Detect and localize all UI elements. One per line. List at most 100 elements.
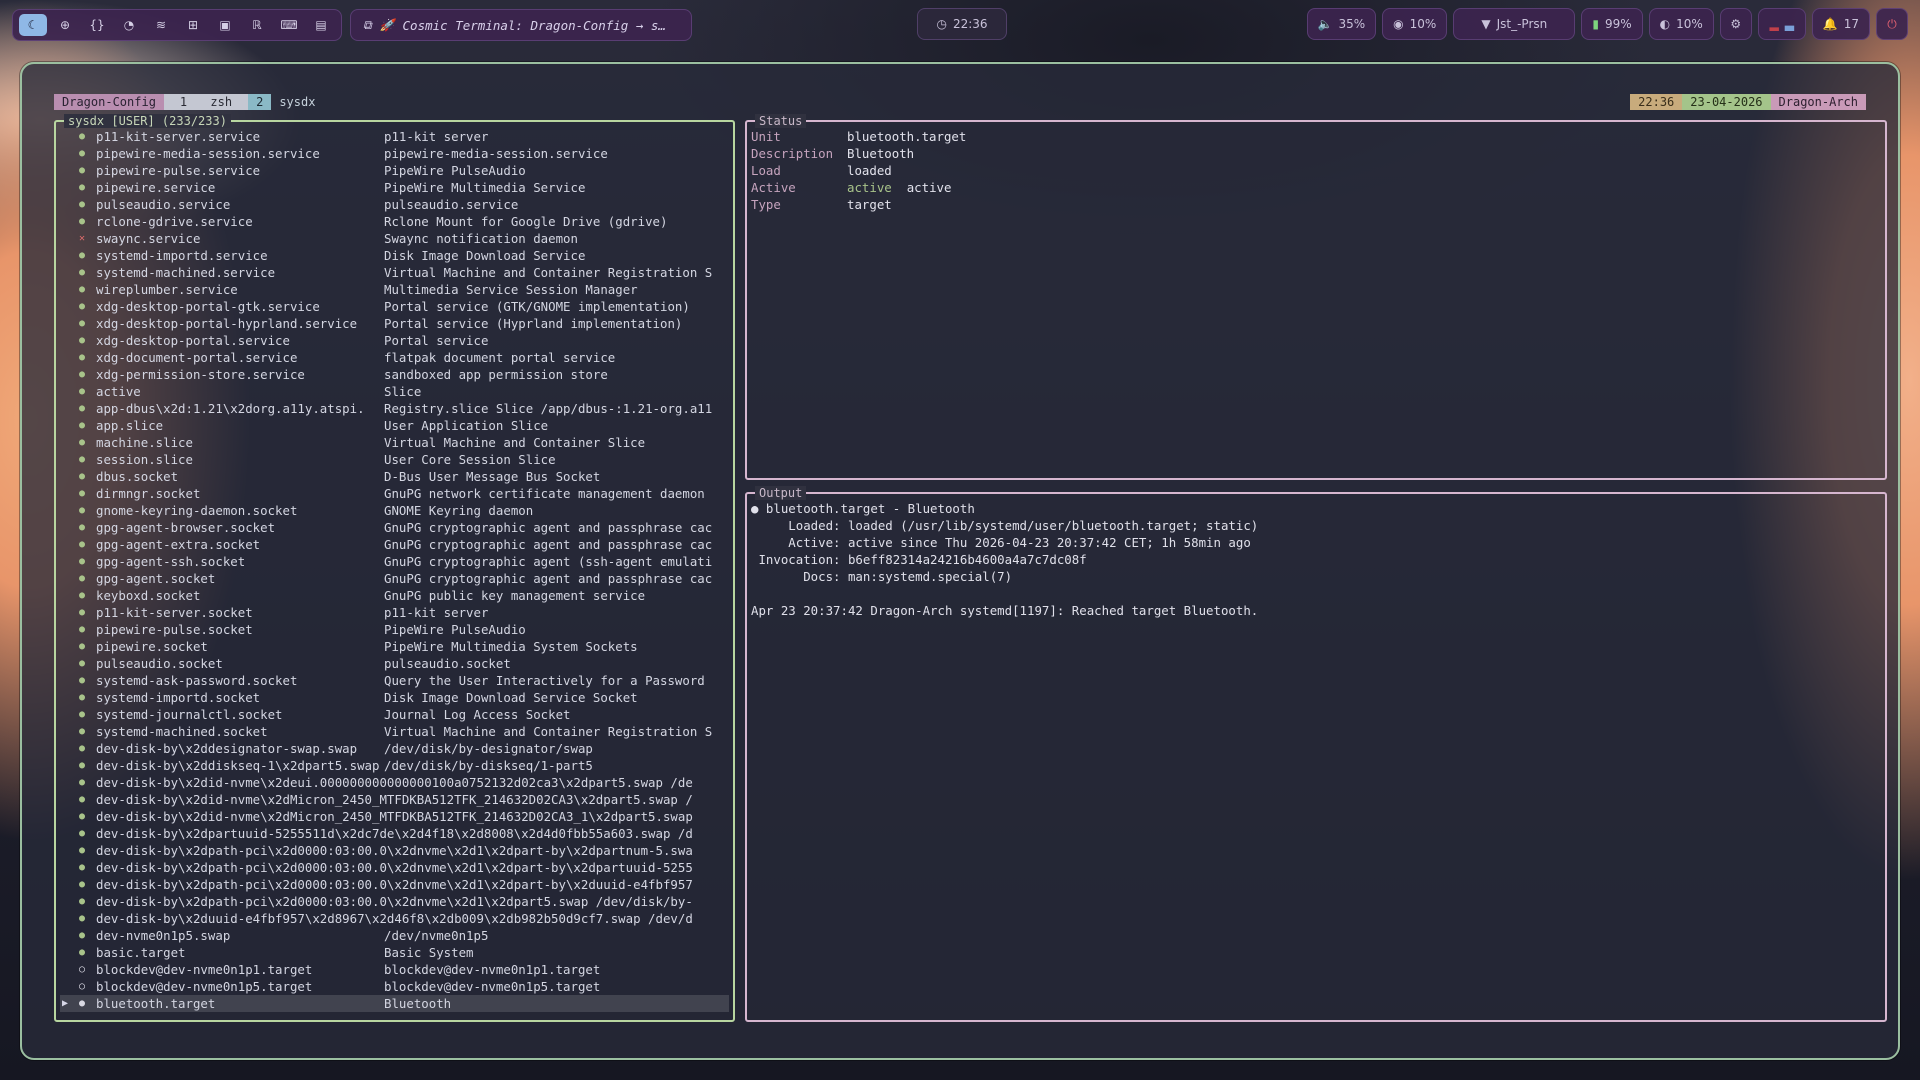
mic-widget[interactable]: ◉ 10%: [1382, 8, 1448, 40]
unit-row[interactable]: ● dev-disk-by\x2did-nvme\x2dMicron_2450_M…: [60, 808, 729, 825]
workspace-3-button[interactable]: {}: [83, 14, 111, 36]
unit-state-icon: ●: [78, 505, 86, 516]
unit-row[interactable]: ● dev-nvme0n1p5.swap/dev/nvme0n1p5: [60, 927, 729, 944]
unit-row[interactable]: ○ blockdev@dev-nvme0n1p5.target blockdev@d…: [60, 978, 729, 995]
unit-row[interactable]: ● gpg-agent-extra.socket GnuPG cryptograph…: [60, 536, 729, 553]
unit-description: Basic System: [384, 945, 474, 960]
unit-row[interactable]: ● active Slice: [60, 383, 729, 400]
unit-row[interactable]: ● dbus.socket D-Bus User Message Bus Socke…: [60, 468, 729, 485]
workspace-10-button[interactable]: ▤: [307, 14, 335, 36]
unit-row[interactable]: ● pipewire.service PipeWire Multimedia Ser…: [60, 179, 729, 196]
unit-row[interactable]: ● gpg-agent-browser.socket GnuPG cryptogra…: [60, 519, 729, 536]
tmux-window-1[interactable]: 1 zsh: [163, 94, 249, 110]
unit-state-icon: ●: [78, 913, 86, 924]
unit-row[interactable]: ● dev-disk-by\x2dpath-pci\x2d0000:03:00.0…: [60, 893, 729, 910]
gear-icon: ⚙: [1730, 17, 1742, 31]
unit-row[interactable]: ● pipewire-pulse.service PipeWire PulseAud…: [60, 162, 729, 179]
brightness-widget[interactable]: ◐ 10%: [1648, 8, 1714, 40]
unit-row[interactable]: ● dev-disk-by\x2dpath-pci\x2d0000:03:00.0…: [60, 842, 729, 859]
unit-row[interactable]: ● xdg-desktop-portal-hyprland.service Port…: [60, 315, 729, 332]
unit-row[interactable]: ● xdg-desktop-portal-gtk.service Portal se…: [60, 298, 729, 315]
network-widget[interactable]: ▼ Jst_-Prsn: [1453, 8, 1576, 40]
unit-row[interactable]: ● pipewire.socket PipeWire Multimedia Syst…: [60, 638, 729, 655]
unit-row[interactable]: ● wireplumber.service Multimedia Service S…: [60, 281, 729, 298]
system-monitor[interactable]: ▂ ▃: [1757, 8, 1806, 40]
unit-row[interactable]: ● pipewire-pulse.socket PipeWire PulseAudi…: [60, 621, 729, 638]
unit-state-icon: ●: [78, 352, 86, 363]
unit-row[interactable]: ● app.slice User Application Slice: [60, 417, 729, 434]
unit-row[interactable]: ● xdg-document-portal.service flatpak docu…: [60, 349, 729, 366]
unit-state-icon: ●: [78, 148, 86, 159]
unit-row[interactable]: ● rclone-gdrive.service Rclone Mount for G…: [60, 213, 729, 230]
settings-button[interactable]: ⚙: [1719, 8, 1752, 40]
unit-row[interactable]: ● dev-disk-by\x2ddesignator-swap.swap/dev…: [60, 740, 729, 757]
unit-row[interactable]: ● dev-disk-by\x2dpath-pci\x2d0000:03:00.0…: [60, 876, 729, 893]
power-button[interactable]: ⏻: [1876, 8, 1908, 40]
workspace-8-button[interactable]: ℝ: [243, 14, 271, 36]
volume-widget[interactable]: 🔈 35%: [1306, 8, 1377, 40]
workspace-2-button[interactable]: ⊕: [51, 14, 79, 36]
unit-row[interactable]: ● keyboxd.socket GnuPG public key manageme…: [60, 587, 729, 604]
unit-row[interactable]: ● systemd-ask-password.socket Query the Us…: [60, 672, 729, 689]
unit-row[interactable]: ● machine.slice Virtual Machine and Contai…: [60, 434, 729, 451]
unit-row[interactable]: ● pulseaudio.service pulseaudio.service: [60, 196, 729, 213]
workspace-9-button[interactable]: ⌨: [275, 14, 303, 36]
status-unit-label: Unit: [751, 129, 781, 144]
unit-row[interactable]: ● dev-disk-by\x2dpartuuid-5255511d\x2dc7d…: [60, 825, 729, 842]
unit-row[interactable]: ▶ ● bluetooth.target Bluetooth: [60, 995, 729, 1012]
active-window-title[interactable]: ⧉ 🚀 Cosmic Terminal: Dragon-Config → s…: [350, 9, 692, 41]
unit-row[interactable]: ● pulseaudio.socket pulseaudio.socket: [60, 655, 729, 672]
unit-row[interactable]: ● dev-disk-by\x2dpath-pci\x2d0000:03:00.0…: [60, 859, 729, 876]
unit-row[interactable]: ● gnome-keyring-daemon.socket GNOME Keyrin…: [60, 502, 729, 519]
unit-row[interactable]: ● p11-kit-server.service p11-kit server: [60, 128, 729, 145]
unit-description: Disk Image Download Service: [384, 248, 586, 263]
unit-row[interactable]: ● xdg-desktop-portal.service Portal servic…: [60, 332, 729, 349]
unit-row[interactable]: ● systemd-journalctl.socket Journal Log Ac…: [60, 706, 729, 723]
unit-row[interactable]: ● systemd-machined.service Virtual Machine…: [60, 264, 729, 281]
tmux-window-2-name[interactable]: sysdx: [271, 94, 323, 110]
unit-row[interactable]: ● gpg-agent.socket GnuPG cryptographic age…: [60, 570, 729, 587]
unit-row[interactable]: ✕ swaync.service Swaync notification daemo…: [60, 230, 729, 247]
unit-name: blockdev@dev-nvme0n1p1.target: [96, 962, 313, 977]
unit-description: Virtual Machine and Container Registrati…: [384, 265, 713, 280]
unit-state-icon: ●: [78, 403, 86, 414]
battery-widget[interactable]: ▮ 99%: [1581, 8, 1643, 40]
unit-name: xdg-document-portal.service: [96, 350, 298, 365]
unit-description: /dev/nvme0n1p5: [384, 928, 489, 943]
tmux-window-2-index[interactable]: 2: [248, 94, 272, 110]
unit-row[interactable]: ● dirmngr.socket GnuPG network certificate…: [60, 485, 729, 502]
unit-row[interactable]: ○ blockdev@dev-nvme0n1p1.target blockdev@d…: [60, 961, 729, 978]
workspace-7-button[interactable]: ▣: [211, 14, 239, 36]
workspace-6-button[interactable]: ⊞: [179, 14, 207, 36]
unit-state-icon: ●: [78, 947, 86, 958]
unit-description: GnuPG public key management service: [384, 588, 646, 603]
unit-state-icon: ●: [78, 624, 86, 635]
unit-row[interactable]: ● dev-disk-by\x2did-nvme\x2deui.000000000…: [60, 774, 729, 791]
status-load-value: loaded: [847, 163, 892, 178]
workspace-4-button[interactable]: ◔: [115, 14, 143, 36]
notifications-widget[interactable]: 🔔 17: [1811, 8, 1870, 40]
unit-row[interactable]: ● p11-kit-server.socket p11-kit server: [60, 604, 729, 621]
unit-row[interactable]: ● systemd-machined.socket Virtual Machine …: [60, 723, 729, 740]
unit-description: flatpak document portal service: [384, 350, 616, 365]
unit-row[interactable]: ● dev-disk-by\x2did-nvme\x2dMicron_2450_M…: [60, 791, 729, 808]
unit-row[interactable]: ● basic.target Basic System: [60, 944, 729, 961]
unit-row[interactable]: ● session.slice User Core Session Slice: [60, 451, 729, 468]
unit-row[interactable]: ● dev-disk-by\x2ddiskseq-1\x2dpart5.swap /…: [60, 757, 729, 774]
unit-list[interactable]: ● p11-kit-server.service p11-kit server ● pi…: [60, 128, 729, 1012]
unit-row[interactable]: ● dev-disk-by\x2duuid-e4fbf957\x2d8967\x2…: [60, 910, 729, 927]
output-text: ● bluetooth.target - Bluetooth Loaded: l…: [751, 500, 1258, 619]
unit-list-panel[interactable]: sysdx [USER] (233/233) ● p11-kit-server.s…: [54, 114, 735, 1022]
unit-row[interactable]: ● pipewire-media-session.service pipewire-…: [60, 145, 729, 162]
workspace-1-button[interactable]: ☾: [19, 14, 47, 36]
clock-widget[interactable]: ◷ 22:36: [917, 8, 1007, 40]
unit-state-icon: ●: [78, 539, 86, 550]
unit-state-icon: ●: [78, 828, 86, 839]
unit-row[interactable]: ● systemd-importd.service Disk Image Downl…: [60, 247, 729, 264]
workspace-5-button[interactable]: ≋: [147, 14, 175, 36]
status-active-state: active: [847, 180, 892, 195]
unit-row[interactable]: ● xdg-permission-store.service sandboxed a…: [60, 366, 729, 383]
unit-row[interactable]: ● systemd-importd.socket Disk Image Downlo…: [60, 689, 729, 706]
unit-row[interactable]: ● gpg-agent-ssh.socket GnuPG cryptographic…: [60, 553, 729, 570]
unit-row[interactable]: ● app-dbus\x2d:1.21\x2dorg.a11y.atspi. Reg…: [60, 400, 729, 417]
